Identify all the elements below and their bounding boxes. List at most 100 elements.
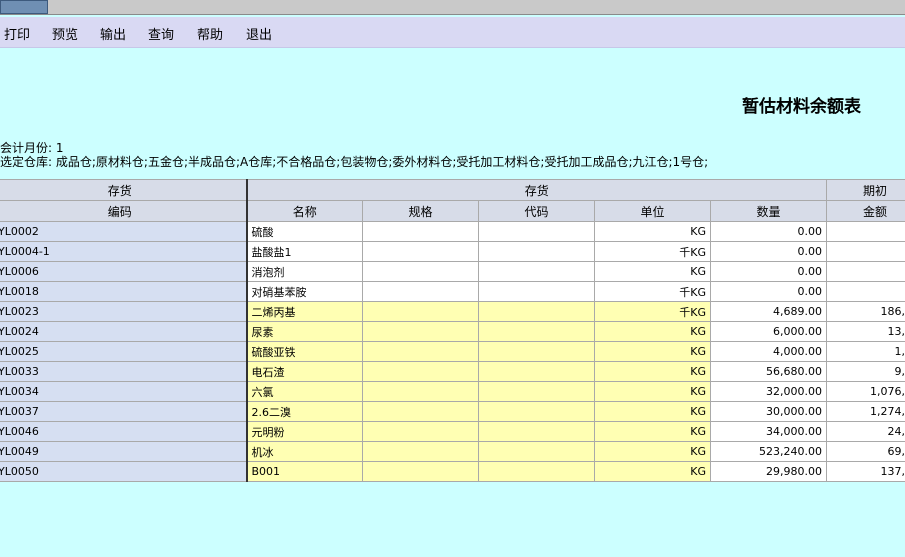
cell-amount <box>826 221 905 242</box>
table-row[interactable]: YL0033电石渣 KG56,680.009,50 <box>0 361 905 382</box>
table-row[interactable]: YL0025硫酸亚铁 KG4,000.001,23 <box>0 341 905 362</box>
cell-dcode <box>478 261 595 282</box>
cell-dcode <box>478 381 595 402</box>
cell-unit: KG <box>594 261 711 282</box>
table-row[interactable]: YL0050B001 KG29,980.00137,96 <box>0 461 905 482</box>
table-row[interactable]: YL0024尿素 KG6,000.0013,94 <box>0 321 905 342</box>
cell-spec <box>362 401 479 422</box>
table-row[interactable]: YL0018 对硝基苯胺 千KG 0.00 <box>0 281 905 302</box>
header-name[interactable]: 名称 <box>246 200 363 222</box>
menu-help[interactable]: 帮助 <box>197 24 223 43</box>
cell-code: YL0049 <box>0 441 248 462</box>
cell-qty: 32,000.00 <box>710 381 827 402</box>
menu-exit[interactable]: 退出 <box>246 24 272 43</box>
cell-amount <box>826 241 905 262</box>
menu-bar: 打印 预览 输出 查询 帮助 退出 <box>0 17 905 48</box>
cell-name: 电石渣 <box>246 361 363 382</box>
report-title: 暂估材料余额表 <box>742 97 861 117</box>
cell-code: YL0023 <box>0 301 248 322</box>
cell-code: YL0002 <box>0 221 248 242</box>
cell-qty: 30,000.00 <box>710 401 827 422</box>
cell-unit: KG <box>594 221 711 242</box>
cell-dcode <box>478 341 595 362</box>
cell-spec <box>362 341 479 362</box>
cell-amount: 1,274,33 <box>826 401 905 422</box>
table-row[interactable]: YL0049机冰 KG523,240.0069,45 <box>0 441 905 462</box>
cell-spec <box>362 441 479 462</box>
cell-code: YL0024 <box>0 321 248 342</box>
table-row[interactable]: YL0034六氯 KG32,000.001,076,10 <box>0 381 905 402</box>
cell-spec <box>362 381 479 402</box>
window-top-strip <box>0 0 905 15</box>
cell-dcode <box>478 241 595 262</box>
cell-spec <box>362 461 479 482</box>
cell-amount: 69,45 <box>826 441 905 462</box>
menu-print[interactable]: 打印 <box>4 24 30 43</box>
header-qty[interactable]: 数量 <box>710 200 827 222</box>
cell-unit: KG <box>594 381 711 402</box>
header-code[interactable]: 编码 <box>0 200 248 222</box>
cell-name: 硫酸 <box>246 221 363 242</box>
cell-unit: KG <box>594 361 711 382</box>
cell-code: YL0018 <box>0 281 248 302</box>
cell-unit: 千KG <box>594 241 711 262</box>
warehouse-label: 选定仓库: 成品仓;原材料仓;五金仓;半成品仓;A仓库;不合格品仓;包装物仓;委… <box>0 155 709 169</box>
header-spec[interactable]: 规格 <box>362 200 479 222</box>
cell-qty: 0.00 <box>710 261 827 282</box>
cell-qty: 4,689.00 <box>710 301 827 322</box>
table-row[interactable]: YL0046元明粉 KG34,000.0024,37 <box>0 421 905 442</box>
cell-unit: 千KG <box>594 281 711 302</box>
cell-unit: KG <box>594 401 711 422</box>
cell-unit: KG <box>594 421 711 442</box>
table-row[interactable]: YL0023二烯丙基 千KG4,689.00186,73 <box>0 301 905 322</box>
cell-spec <box>362 281 479 302</box>
window-tab[interactable] <box>0 0 48 14</box>
table-row[interactable]: YL00372.6二溴 KG30,000.001,274,33 <box>0 401 905 422</box>
cell-dcode <box>478 461 595 482</box>
cell-name: 机冰 <box>246 441 363 462</box>
cell-amount: 137,96 <box>826 461 905 482</box>
table-row[interactable]: YL0006 消泡剂 KG 0.00 <box>0 261 905 282</box>
header-amount[interactable]: 金额 <box>826 200 905 222</box>
cell-dcode <box>478 361 595 382</box>
menu-export[interactable]: 输出 <box>100 24 126 43</box>
header-group-inventory-detail: 存货 <box>246 179 827 201</box>
cell-name: B001 <box>246 461 363 482</box>
cell-qty: 0.00 <box>710 221 827 242</box>
cell-code: YL0025 <box>0 341 248 362</box>
cell-name: 2.6二溴 <box>246 401 363 422</box>
menu-preview[interactable]: 预览 <box>52 24 78 43</box>
cell-dcode <box>478 401 595 422</box>
table-row[interactable]: YL0004-1 盐酸盐1 千KG 0.00 <box>0 241 905 262</box>
header-unit[interactable]: 单位 <box>594 200 711 222</box>
cell-code: YL0033 <box>0 361 248 382</box>
cell-amount: 9,50 <box>826 361 905 382</box>
cell-dcode <box>478 441 595 462</box>
cell-name: 六氯 <box>246 381 363 402</box>
header-dcode[interactable]: 代码 <box>478 200 595 222</box>
menu-query[interactable]: 查询 <box>148 24 174 43</box>
balance-table: 存货 存货 期初 编码 名称 规格 代码 单位 数量 金额 YL0002 硫酸 KG… <box>0 179 905 482</box>
cell-dcode <box>478 221 595 242</box>
cell-name: 元明粉 <box>246 421 363 442</box>
cell-unit: KG <box>594 341 711 362</box>
cell-qty: 0.00 <box>710 241 827 262</box>
cell-qty: 29,980.00 <box>710 461 827 482</box>
table-row[interactable]: YL0002 硫酸 KG 0.00 <box>0 221 905 242</box>
cell-name: 尿素 <box>246 321 363 342</box>
cell-qty: 56,680.00 <box>710 361 827 382</box>
cell-spec <box>362 361 479 382</box>
cell-qty: 523,240.00 <box>710 441 827 462</box>
cell-spec <box>362 421 479 442</box>
cell-amount: 1,23 <box>826 341 905 362</box>
cell-spec <box>362 301 479 322</box>
cell-spec <box>362 221 479 242</box>
cell-unit: KG <box>594 441 711 462</box>
cell-code: YL0046 <box>0 421 248 442</box>
cell-qty: 0.00 <box>710 281 827 302</box>
cell-code: YL0034 <box>0 381 248 402</box>
cell-dcode <box>478 301 595 322</box>
cell-qty: 6,000.00 <box>710 321 827 342</box>
cell-spec <box>362 321 479 342</box>
cell-name: 消泡剂 <box>246 261 363 282</box>
